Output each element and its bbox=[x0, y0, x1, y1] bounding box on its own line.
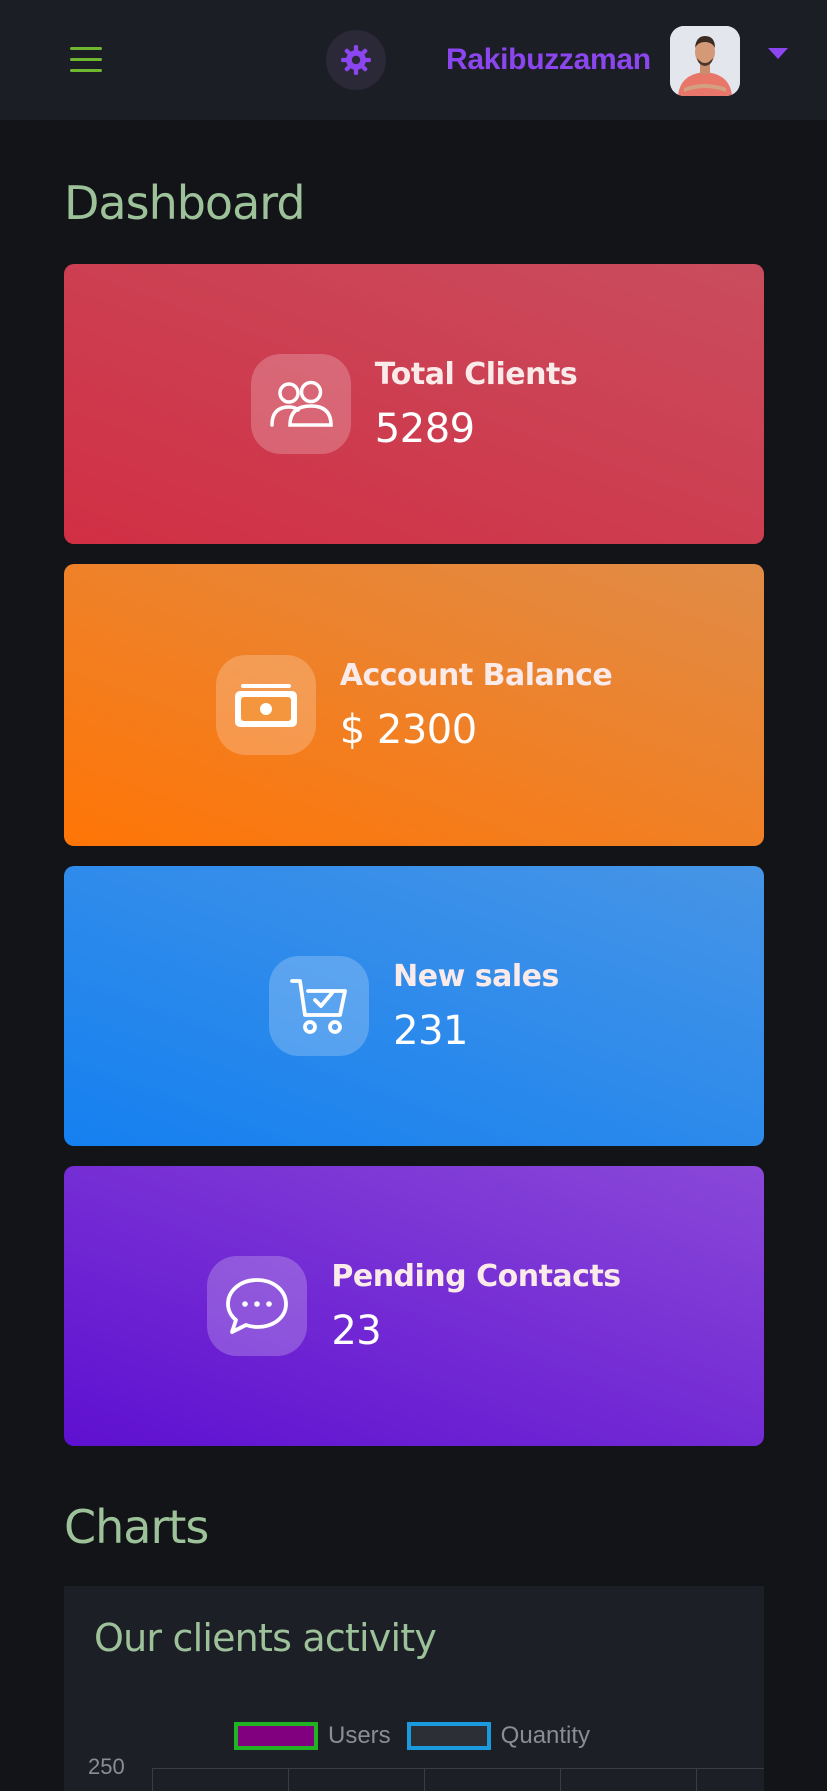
chart-panel: Our clients activity Users Quantity 250 bbox=[64, 1586, 764, 1791]
chart-title: Our clients activity bbox=[94, 1616, 437, 1660]
charts-title: Charts bbox=[64, 1500, 209, 1554]
chart-legend: Users Quantity bbox=[234, 1722, 606, 1750]
grid-line bbox=[152, 1768, 153, 1791]
grid-line bbox=[696, 1768, 697, 1791]
account-balance-value: $ 2300 bbox=[339, 706, 477, 753]
legend-item-users[interactable]: Users bbox=[234, 1722, 391, 1750]
chat-icon-box bbox=[207, 1256, 308, 1356]
legend-item-quantity[interactable]: Quantity bbox=[406, 1722, 591, 1750]
top-bar: Rakibuzzaman bbox=[0, 0, 827, 120]
total-clients-card[interactable]: Total Clients 5289 bbox=[64, 264, 764, 544]
account-balance-card[interactable]: Account Balance $ 2300 bbox=[64, 564, 764, 846]
caret-down-icon[interactable] bbox=[768, 48, 788, 59]
theme-toggle-button[interactable] bbox=[326, 30, 386, 90]
dashboard-title: Dashboard bbox=[64, 176, 306, 230]
users-icon bbox=[270, 380, 333, 427]
grid-line-top bbox=[152, 1768, 764, 1769]
account-balance-label: Account Balance bbox=[339, 657, 613, 693]
pending-contacts-label: Pending Contacts bbox=[331, 1258, 621, 1294]
money-icon bbox=[234, 684, 297, 727]
grid-line bbox=[288, 1768, 289, 1791]
grid-line bbox=[560, 1768, 561, 1791]
pending-contacts-value: 23 bbox=[331, 1307, 382, 1354]
total-clients-value: 5289 bbox=[374, 405, 475, 452]
users-icon-box bbox=[250, 354, 351, 454]
total-clients-label: Total Clients bbox=[374, 356, 578, 392]
cart-icon-box bbox=[269, 956, 370, 1056]
new-sales-card[interactable]: New sales 231 bbox=[64, 866, 764, 1146]
grid-line bbox=[424, 1768, 425, 1791]
cart-check-icon bbox=[290, 979, 348, 1034]
gear-icon bbox=[341, 45, 371, 75]
user-photo bbox=[670, 26, 740, 96]
avatar[interactable] bbox=[670, 26, 740, 96]
chat-bubble-icon bbox=[226, 1278, 289, 1334]
hamburger-menu-icon[interactable] bbox=[70, 47, 102, 73]
legend-label-users: Users bbox=[328, 1722, 391, 1749]
y-tick-label: 250 bbox=[88, 1754, 125, 1779]
legend-swatch-quantity bbox=[406, 1722, 491, 1750]
pending-contacts-card[interactable]: Pending Contacts 23 bbox=[64, 1166, 764, 1446]
money-icon-box bbox=[215, 655, 316, 755]
new-sales-label: New sales bbox=[393, 958, 559, 994]
new-sales-value: 231 bbox=[393, 1007, 468, 1054]
username-label[interactable]: Rakibuzzaman bbox=[446, 38, 651, 82]
legend-swatch-users bbox=[234, 1722, 318, 1750]
legend-label-quantity: Quantity bbox=[500, 1722, 591, 1749]
